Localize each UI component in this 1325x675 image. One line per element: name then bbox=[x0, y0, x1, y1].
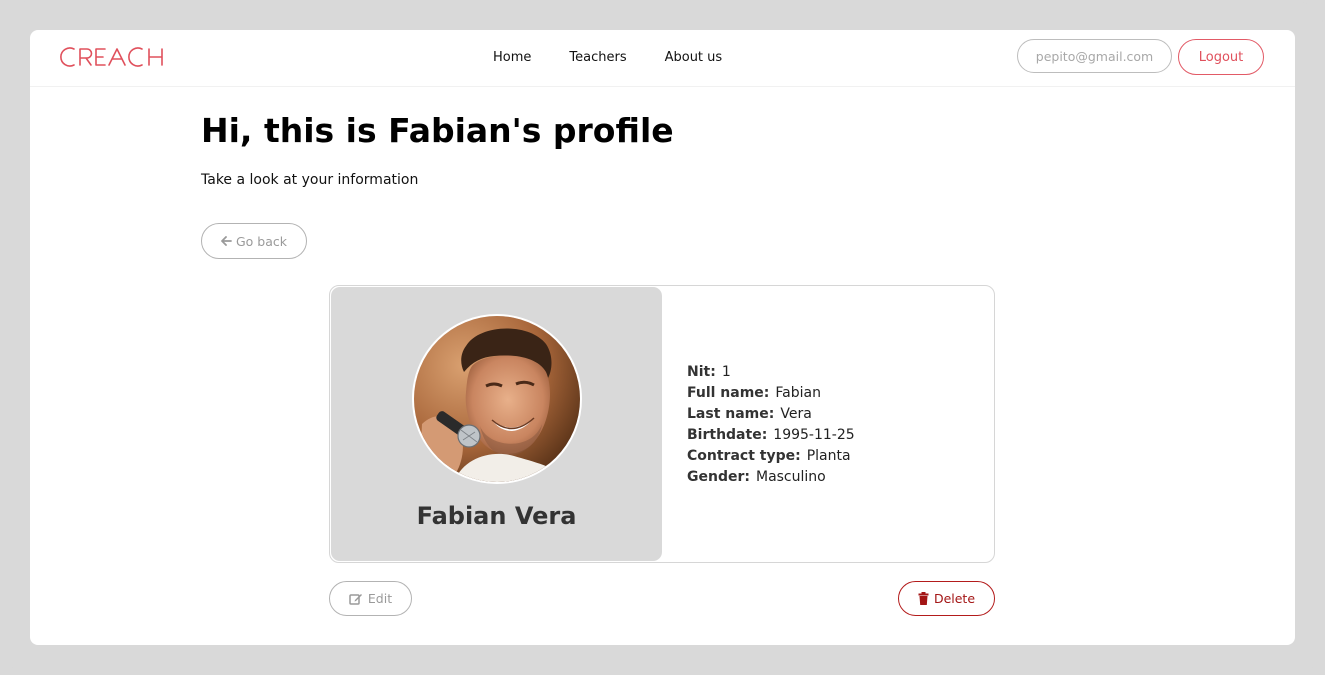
delete-button[interactable]: Delete bbox=[898, 581, 995, 616]
detail-value: Fabian bbox=[775, 385, 821, 401]
creach-logo-icon bbox=[60, 47, 163, 67]
detail-row-full-name: Full name: Fabian bbox=[687, 383, 855, 404]
detail-row-nit: Nit: 1 bbox=[687, 362, 855, 383]
detail-value: 1 bbox=[721, 364, 731, 380]
top-navbar: Home Teachers About us pepito@gmail.com … bbox=[30, 30, 1295, 87]
detail-label: Nit: bbox=[687, 364, 716, 380]
user-email-badge: pepito@gmail.com bbox=[1017, 39, 1172, 73]
detail-label: Gender: bbox=[687, 469, 750, 485]
go-back-label: Go back bbox=[235, 233, 287, 249]
profile-card: Fabian Vera Nit: 1 Full name: Fabian Last … bbox=[329, 285, 995, 563]
main-nav: Home Teachers About us bbox=[493, 50, 760, 66]
detail-label: Contract type: bbox=[687, 448, 801, 464]
detail-row-contract-type: Contract type: Planta bbox=[687, 446, 855, 467]
detail-row-gender: Gender: Masculino bbox=[687, 467, 855, 488]
detail-row-last-name: Last name: Vera bbox=[687, 404, 855, 425]
logout-button[interactable]: Logout bbox=[1178, 39, 1264, 75]
detail-value: 1995-11-25 bbox=[773, 427, 855, 443]
edit-button[interactable]: Edit bbox=[329, 581, 412, 616]
trash-icon bbox=[918, 592, 929, 605]
detail-value: Planta bbox=[806, 448, 851, 464]
creach-logo[interactable] bbox=[59, 44, 179, 70]
device-frame: Home Teachers About us pepito@gmail.com … bbox=[0, 0, 1325, 675]
detail-label: Birthdate: bbox=[687, 427, 768, 443]
detail-label: Full name: bbox=[687, 385, 770, 401]
edit-label: Edit bbox=[367, 591, 393, 606]
avatar bbox=[412, 314, 582, 484]
app-window: Home Teachers About us pepito@gmail.com … bbox=[30, 30, 1295, 645]
profile-photo-panel: Fabian Vera bbox=[331, 287, 662, 561]
detail-value: Vera bbox=[780, 406, 812, 422]
edit-icon bbox=[349, 594, 362, 605]
profile-display-name: Fabian Vera bbox=[416, 502, 577, 530]
profile-details: Nit: 1 Full name: Fabian Last name: Vera Bi… bbox=[687, 362, 855, 488]
detail-value: Masculino bbox=[755, 469, 826, 485]
profile-photo bbox=[414, 316, 580, 482]
page-subtitle: Take a look at your information bbox=[201, 172, 419, 188]
detail-row-birthdate: Birthdate: 1995-11-25 bbox=[687, 425, 855, 446]
go-back-button[interactable]: Go back bbox=[201, 223, 307, 259]
nav-home-link[interactable]: Home bbox=[493, 50, 531, 66]
detail-label: Last name: bbox=[687, 406, 775, 422]
arrow-left-icon bbox=[221, 236, 232, 246]
nav-teachers-link[interactable]: Teachers bbox=[569, 50, 626, 66]
page-title: Hi, this is Fabian's profile bbox=[201, 111, 674, 150]
delete-label: Delete bbox=[933, 591, 976, 606]
nav-about-link[interactable]: About us bbox=[665, 50, 723, 66]
